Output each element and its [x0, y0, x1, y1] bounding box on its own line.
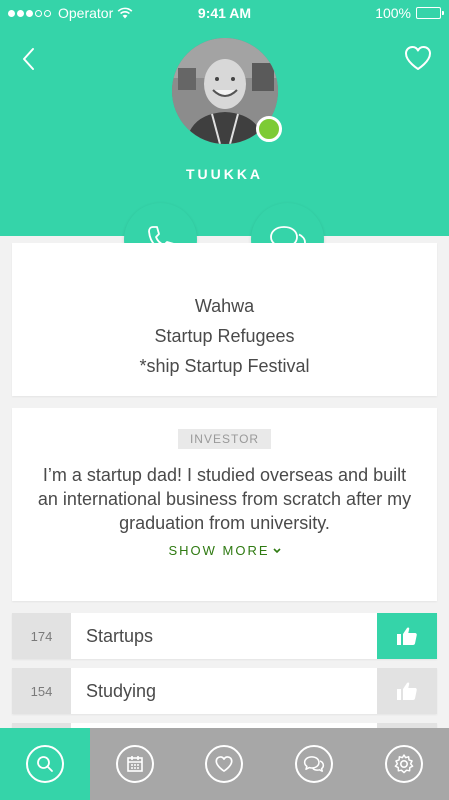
profile-header: Operator 9:41 AM 100% TUUKKA	[0, 0, 449, 236]
interest-tag-row: 154 Studying	[12, 668, 437, 714]
online-status-indicator	[256, 116, 282, 142]
about-card: INVESTOR I’m a startup dad! I studied ov…	[12, 408, 437, 601]
tag-like-button[interactable]	[377, 668, 437, 714]
thumbs-up-icon	[397, 682, 417, 700]
interest-tag-row: 174 Startups	[12, 613, 437, 659]
thumbs-up-icon	[397, 627, 417, 645]
tag-count: 174	[12, 613, 71, 659]
chevron-down-icon	[272, 547, 281, 553]
affiliation-line: Wahwa	[194, 296, 255, 316]
calendar-icon	[126, 756, 143, 772]
chat-icon	[304, 756, 325, 772]
chevron-left-icon	[23, 48, 34, 70]
tab-favorites[interactable]	[180, 728, 270, 800]
tab-calendar[interactable]	[90, 728, 180, 800]
profile-name: TUUKKA	[185, 166, 264, 182]
affiliation-card: Wahwa Startup Refugees *ship Startup Fes…	[12, 243, 437, 396]
battery-percent: 100%	[375, 5, 411, 21]
tag-label: Studying	[86, 680, 157, 701]
favorite-button[interactable]	[403, 44, 433, 72]
tab-search[interactable]	[0, 728, 90, 800]
settings-icon	[394, 754, 414, 774]
tag-count: 154	[12, 668, 71, 714]
show-more-label: SHOW MORE	[168, 543, 270, 558]
affiliation-line: *ship Startup Festival	[139, 356, 310, 376]
affiliation-line: Startup Refugees	[154, 326, 295, 346]
show-more-button[interactable]: SHOW MORE	[168, 543, 281, 558]
tag-label: Startups	[86, 625, 154, 646]
tab-settings[interactable]	[359, 728, 449, 800]
bio-text: I’m a startup dad! I studied overseas an…	[37, 465, 412, 533]
profile-avatar	[172, 38, 282, 144]
tab-messages[interactable]	[269, 728, 359, 800]
search-icon	[36, 756, 53, 772]
battery-icon	[416, 7, 444, 19]
heart-icon	[215, 756, 234, 772]
bottom-tab-bar	[0, 728, 449, 800]
heart-outline-icon	[405, 46, 431, 70]
back-button[interactable]	[16, 44, 44, 74]
role-badge: INVESTOR	[177, 429, 272, 449]
tag-like-button[interactable]	[377, 613, 437, 659]
status-bar: Operator 9:41 AM 100%	[0, 0, 449, 26]
battery-status: 100%	[375, 5, 444, 21]
